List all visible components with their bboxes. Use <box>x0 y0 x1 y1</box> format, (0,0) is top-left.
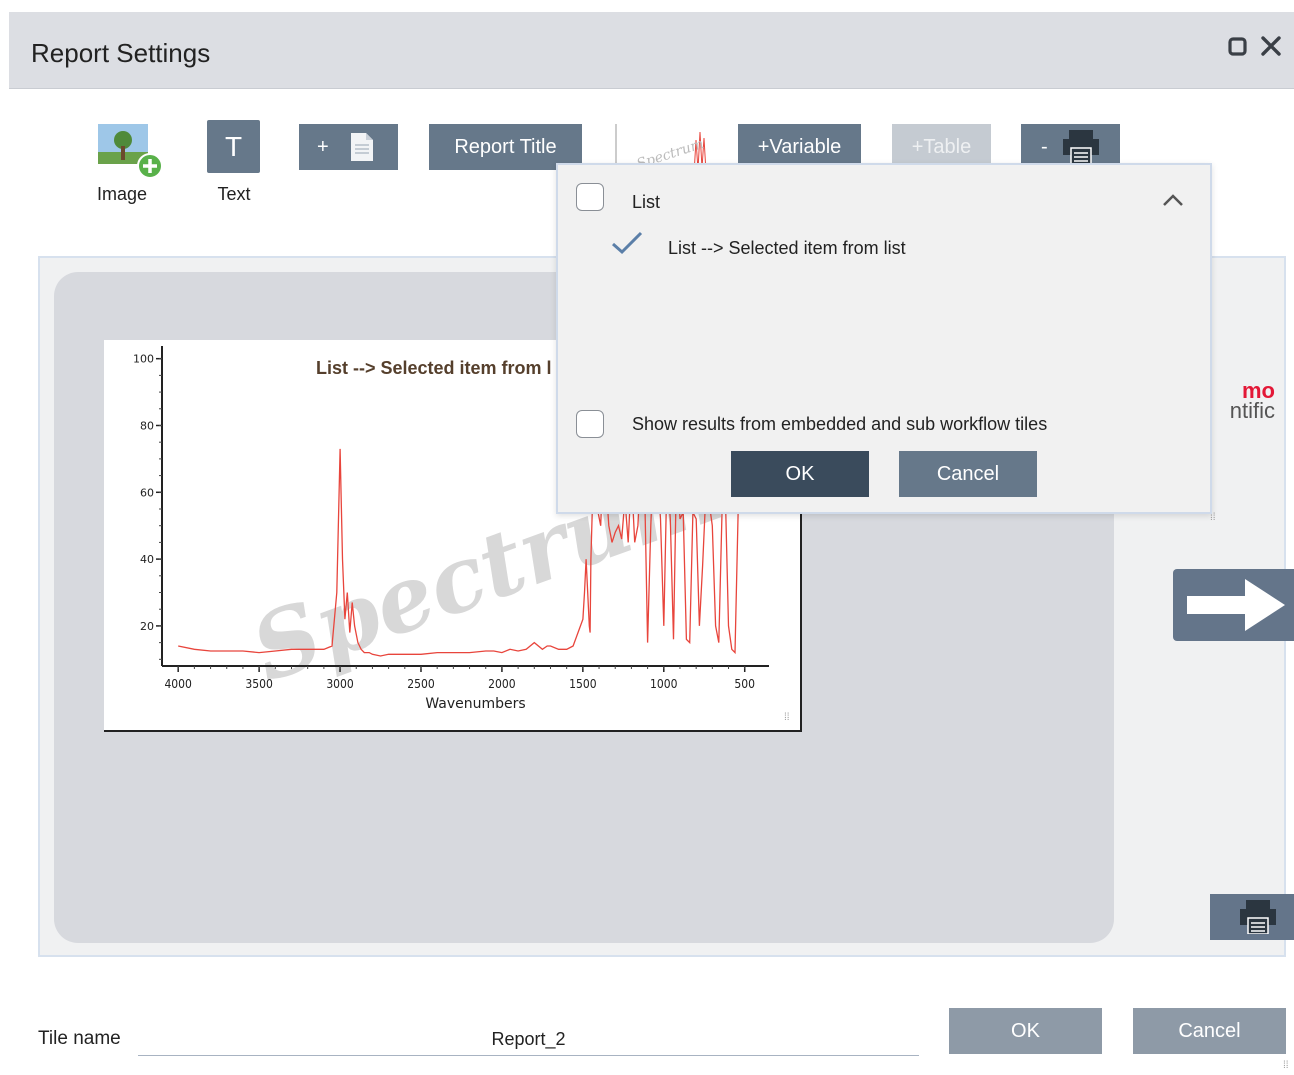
y-tick-label: 20 <box>140 620 154 633</box>
plot-title: List --> Selected item from l <box>316 358 552 378</box>
next-arrow-button[interactable] <box>1173 569 1294 641</box>
add-text-button[interactable]: T <box>207 120 260 173</box>
window-title: Report Settings <box>31 38 211 68</box>
y-tick-label: 100 <box>133 353 154 366</box>
y-tick-label: 60 <box>140 486 154 499</box>
x-axis-label: Wavenumbers <box>425 696 525 712</box>
printer-icon <box>1240 900 1276 934</box>
popup-cancel-button[interactable]: Cancel <box>899 451 1037 497</box>
list-checkbox[interactable] <box>576 183 604 211</box>
restore-icon[interactable] <box>1226 34 1250 58</box>
list-selection-popup: List List --> Selected item from list Sh… <box>556 163 1212 514</box>
x-tick-label: 3000 <box>326 677 354 691</box>
right-arrow-icon <box>1187 579 1285 631</box>
x-tick-label: 500 <box>734 677 755 691</box>
tile-name-label: Tile name <box>38 1028 121 1049</box>
x-tick-label: 3500 <box>245 677 273 691</box>
chevron-up-icon[interactable] <box>1162 193 1184 212</box>
plot-resize-grip[interactable]: ⁞⁞ <box>784 712 790 723</box>
tile-name-input[interactable]: Report_2 <box>138 1022 919 1056</box>
embedded-results-label: Show results from embedded and sub workf… <box>632 414 1048 434</box>
ok-button[interactable]: OK <box>949 1008 1102 1054</box>
x-tick-label: 2500 <box>407 677 435 691</box>
x-tick-label: 1000 <box>650 677 678 691</box>
popup-ok-button[interactable]: OK <box>731 451 869 497</box>
embedded-results-checkbox[interactable] <box>576 410 604 438</box>
y-tick-label: 80 <box>140 419 154 432</box>
image-add-icon <box>98 124 163 179</box>
add-page-plus: + <box>317 136 329 158</box>
window-resize-grip[interactable]: ⁞⁞ <box>1283 1060 1289 1071</box>
x-tick-label: 2000 <box>488 677 516 691</box>
logo-line-2: ntific <box>1229 398 1275 423</box>
add-image-button[interactable] <box>98 124 166 182</box>
list-item-selected[interactable]: List --> Selected item from list <box>668 238 906 259</box>
x-tick-label: 1500 <box>569 677 597 691</box>
x-tick-label: 4000 <box>164 677 192 691</box>
y-tick-label: 40 <box>140 553 154 566</box>
title-bar: Report Settings <box>9 12 1294 89</box>
print-button[interactable] <box>1210 894 1294 940</box>
list-label: List <box>632 192 661 212</box>
add-page-button[interactable]: + <box>299 124 398 170</box>
printer-icon <box>1063 130 1099 164</box>
page-icon <box>351 133 373 161</box>
text-label: Text <box>217 184 251 204</box>
image-label: Image <box>96 184 148 204</box>
cancel-button[interactable]: Cancel <box>1133 1008 1286 1054</box>
checkmark-icon <box>611 231 643 260</box>
close-icon[interactable] <box>1259 34 1283 58</box>
